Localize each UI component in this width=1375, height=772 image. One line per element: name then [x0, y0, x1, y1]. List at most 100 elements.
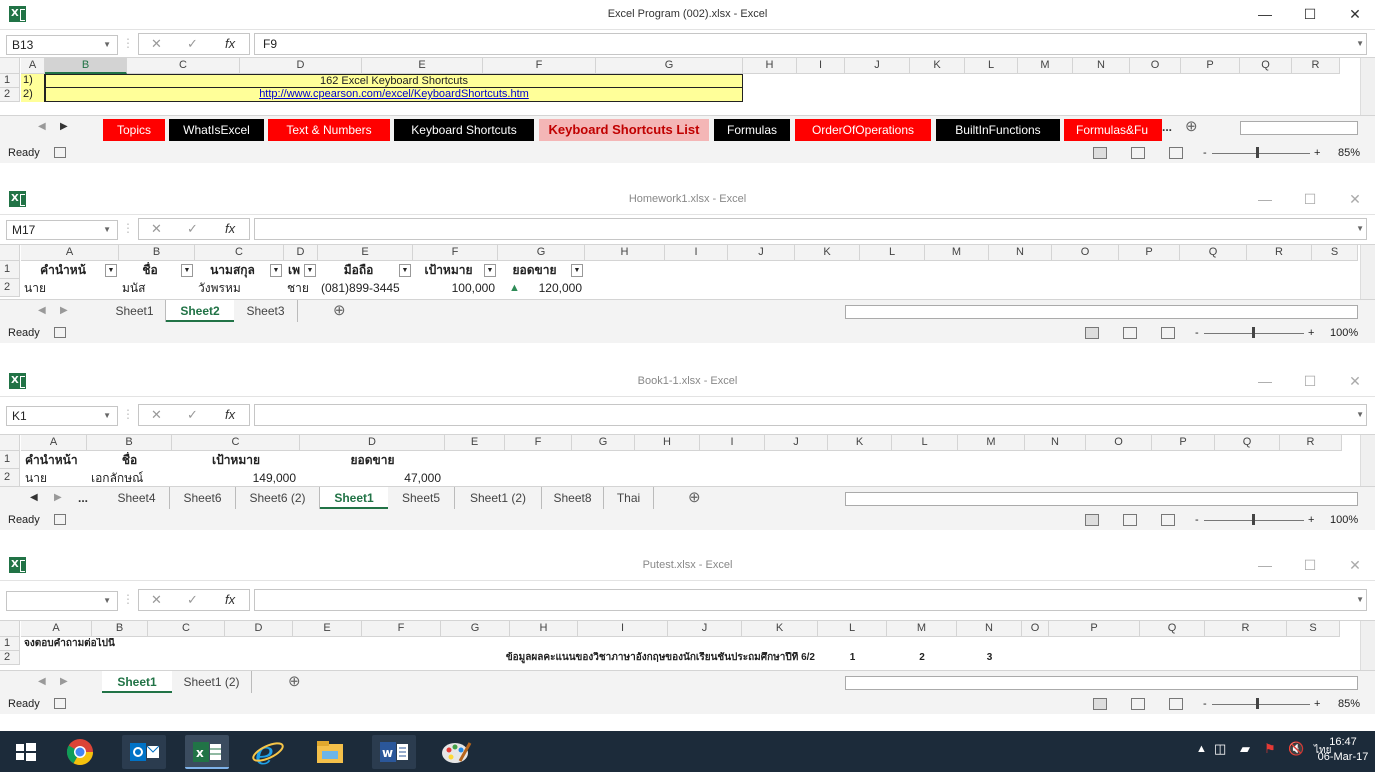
page-layout-icon[interactable]	[1123, 514, 1137, 526]
worksheet-grid[interactable]: ABCDEFGHIJKLMNOPQRS 1 2 คำนำหน้ ▼ ชื่อ ▼ นาม…	[0, 244, 1375, 299]
formula-input[interactable]: ▼	[254, 404, 1367, 426]
column-header[interactable]: B	[87, 435, 172, 451]
cancel-icon[interactable]: ✕	[151, 592, 162, 608]
clock-date[interactable]: 06-Mar-17	[1316, 751, 1370, 763]
horizontal-scrollbar[interactable]	[1240, 121, 1358, 135]
column-header[interactable]: C	[195, 245, 284, 261]
page-layout-icon[interactable]	[1131, 147, 1145, 159]
worksheet-grid[interactable]: ABCDEFGHIJKLMNOPQR 1 2 1) 2) 162 Excel K…	[0, 57, 1375, 115]
enter-icon[interactable]: ✓	[187, 407, 198, 423]
merged-title-cell[interactable]: 162 Excel Keyboard Shortcuts	[45, 74, 743, 88]
sheet-tab[interactable]: Keyboard Shortcuts List	[539, 119, 709, 141]
insert-function-icon[interactable]: fx	[225, 221, 235, 236]
sheet-tab[interactable]: Sheet1 (2)	[172, 671, 252, 693]
filter-dropdown-icon[interactable]: ▼	[399, 264, 411, 277]
zoom-slider[interactable]	[1212, 704, 1310, 705]
vertical-scrollbar[interactable]	[1360, 621, 1375, 670]
zoom-level[interactable]: 100%	[1330, 510, 1358, 530]
page-break-icon[interactable]	[1161, 514, 1175, 526]
scroll-tabs-left-icon[interactable]: ◀	[38, 116, 46, 138]
sheet-tab[interactable]: Sheet8	[542, 487, 604, 509]
filter-dropdown-icon[interactable]: ▼	[571, 264, 583, 277]
column-header[interactable]: L	[965, 58, 1018, 74]
word-icon[interactable]: w	[372, 735, 416, 769]
clock-time[interactable]: 16:47	[1321, 736, 1365, 748]
column-header[interactable]: J	[728, 245, 795, 261]
sheet-tab[interactable]: WhatIsExcel	[169, 119, 264, 141]
outlook-icon[interactable]	[122, 735, 166, 769]
start-windows-icon[interactable]	[4, 735, 48, 769]
normal-view-icon[interactable]	[1093, 147, 1107, 159]
close-icon[interactable]: ✕	[1340, 4, 1370, 24]
enter-icon[interactable]: ✓	[187, 592, 198, 608]
column-header[interactable]: O	[1086, 435, 1152, 451]
zoom-level[interactable]: 85%	[1338, 694, 1360, 714]
column-header[interactable]: K	[910, 58, 965, 74]
sheet-tab[interactable]: Sheet2	[166, 300, 234, 322]
column-header[interactable]: S	[1312, 245, 1358, 261]
column-header[interactable]: O	[1130, 58, 1181, 74]
column-header[interactable]: H	[635, 435, 700, 451]
column-header[interactable]: J	[668, 621, 742, 637]
column-header[interactable]: J	[845, 58, 910, 74]
column-header[interactable]: C	[172, 435, 300, 451]
title-bar[interactable]: X Homework1.xlsx - Excel — ☐ ✕	[0, 185, 1375, 214]
internet-explorer-icon[interactable]: e	[246, 734, 290, 772]
column-header[interactable]: Q	[1180, 245, 1247, 261]
zoom-level[interactable]: 100%	[1330, 323, 1358, 343]
chevron-down-icon[interactable]: ▼	[103, 592, 111, 610]
zoom-out-button[interactable]: -	[1203, 143, 1207, 163]
table-cell[interactable]: เอกลักษณ์	[87, 470, 172, 486]
column-header[interactable]: F	[505, 435, 572, 451]
volume-muted-icon[interactable]: 🔇	[1288, 741, 1304, 757]
column-header[interactable]: O	[1052, 245, 1119, 261]
maximize-icon[interactable]: ☐	[1295, 4, 1325, 24]
column-header[interactable]: E	[362, 58, 483, 74]
sheet-tab[interactable]: Text & Numbers	[268, 119, 390, 141]
sheet-tab[interactable]: Sheet6 (2)	[236, 487, 320, 509]
sheet-tab[interactable]: Formulas&Fu	[1064, 119, 1162, 141]
macro-record-icon[interactable]	[54, 514, 66, 525]
scroll-tabs-right-icon[interactable]: ▶	[60, 300, 68, 322]
sheet-tab[interactable]: BuiltInFunctions	[936, 119, 1060, 141]
file-explorer-icon[interactable]	[308, 735, 352, 769]
sheet-tab[interactable]: OrderOfOperations	[795, 119, 931, 141]
filter-dropdown-icon[interactable]: ▼	[484, 264, 496, 277]
sheet-tab[interactable]: Keyboard Shortcuts	[394, 119, 534, 141]
zoom-in-button[interactable]: +	[1308, 510, 1314, 530]
sheet-tab[interactable]: Sheet3	[234, 300, 298, 322]
scroll-tabs-left-icon[interactable]: ◀	[38, 300, 46, 322]
expand-formula-icon[interactable]: ▼	[1356, 219, 1364, 239]
flag-alert-icon[interactable]: ⚑	[1264, 741, 1276, 757]
new-sheet-icon[interactable]: ⊕	[688, 487, 701, 509]
filter-dropdown-icon[interactable]: ▼	[105, 264, 117, 277]
sheet-tab[interactable]: Sheet1	[320, 487, 388, 509]
merged-link-cell[interactable]: http://www.cpearson.com/excel/KeyboardSh…	[45, 88, 743, 102]
column-header[interactable]: G	[441, 621, 510, 637]
table-header-cell[interactable]: ชื่อ	[87, 452, 172, 469]
column-header[interactable]: D	[225, 621, 293, 637]
table-cell[interactable]: นาย	[21, 280, 119, 297]
cancel-icon[interactable]: ✕	[151, 36, 162, 52]
insert-function-icon[interactable]: fx	[225, 592, 235, 607]
column-header[interactable]: S	[1287, 621, 1340, 637]
page-break-icon[interactable]	[1169, 147, 1183, 159]
column-header[interactable]: M	[887, 621, 957, 637]
column-header[interactable]: P	[1049, 621, 1140, 637]
column-header[interactable]: K	[795, 245, 860, 261]
name-box[interactable]: ▼	[6, 591, 118, 611]
column-header[interactable]: N	[1073, 58, 1130, 74]
score-header-cell[interactable]: 1	[818, 652, 887, 665]
enter-icon[interactable]: ✓	[187, 221, 198, 237]
column-header[interactable]: F	[413, 245, 498, 261]
name-box[interactable]: M17 ▼	[6, 220, 118, 240]
column-header[interactable]: B	[92, 621, 148, 637]
expand-formula-icon[interactable]: ▼	[1356, 590, 1364, 610]
formula-input[interactable]: F9 ▼	[254, 33, 1367, 55]
column-header[interactable]: P	[1152, 435, 1215, 451]
column-header[interactable]: L	[860, 245, 925, 261]
more-tabs-button[interactable]: ...	[78, 487, 88, 509]
title-bar[interactable]: X Book1-1.xlsx - Excel — ☐ ✕	[0, 367, 1375, 396]
column-header[interactable]: P	[1181, 58, 1240, 74]
normal-view-icon[interactable]	[1085, 514, 1099, 526]
